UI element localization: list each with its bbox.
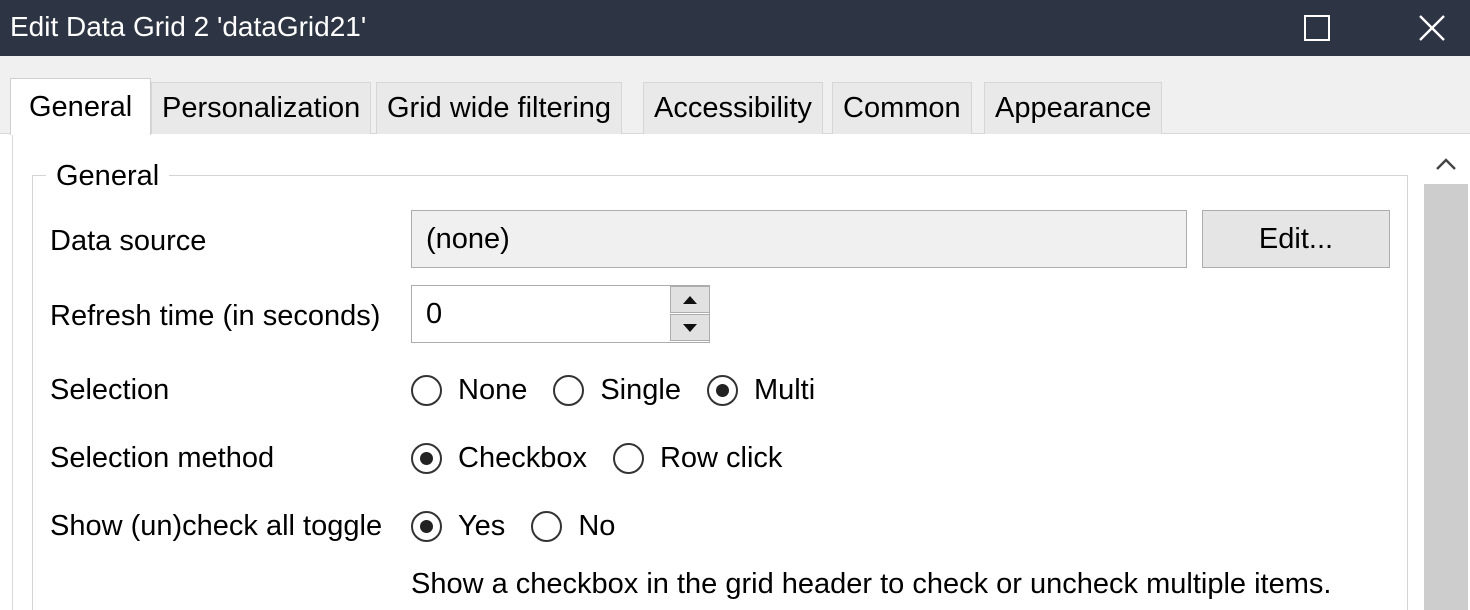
chevron-up-icon xyxy=(1436,158,1456,170)
radio-circle xyxy=(706,374,738,406)
refresh-time-input[interactable] xyxy=(412,286,668,342)
data-source-field[interactable]: (none) xyxy=(411,210,1187,268)
triangle-down-icon xyxy=(683,323,697,332)
radio-label: Row click xyxy=(659,442,783,474)
title-bar: Edit Data Grid 2 'dataGrid21' xyxy=(0,0,1470,56)
tab-general[interactable]: General xyxy=(10,78,152,135)
check-all-help-text: Show a checkbox in the grid header to ch… xyxy=(411,568,1332,600)
increment-button[interactable] xyxy=(670,286,710,313)
selection-label: Selection xyxy=(50,374,170,406)
decrement-button[interactable] xyxy=(670,314,710,341)
data-source-label: Data source xyxy=(50,225,207,257)
radio-circle xyxy=(411,510,442,542)
radio-label: None xyxy=(458,374,528,406)
selection-method-checkbox-radio[interactable]: Checkbox xyxy=(411,441,587,475)
radio-circle xyxy=(411,374,442,406)
tab-common[interactable]: Common xyxy=(832,82,972,134)
group-legend: General xyxy=(46,160,170,192)
radio-circle xyxy=(531,510,563,542)
scroll-thumb[interactable] xyxy=(1424,184,1468,610)
radio-circle xyxy=(612,442,644,474)
radio-circle xyxy=(553,374,585,406)
selection-radio-group: None Single Multi xyxy=(411,370,841,410)
edit-data-source-button[interactable]: Edit... xyxy=(1202,210,1390,268)
show-check-all-no-radio[interactable]: No xyxy=(531,509,615,543)
show-check-all-radio-group: Yes No xyxy=(411,506,641,546)
maximize-button[interactable] xyxy=(1287,0,1347,56)
tab-personalization[interactable]: Personalization xyxy=(151,82,372,134)
tab-appearance[interactable]: Appearance xyxy=(984,82,1163,134)
refresh-time-stepper xyxy=(411,285,710,343)
window-title: Edit Data Grid 2 'dataGrid21' xyxy=(10,11,367,42)
refresh-time-label: Refresh time (in seconds) xyxy=(50,300,381,332)
radio-label: Multi xyxy=(753,374,816,406)
selection-method-row-click-radio[interactable]: Row click xyxy=(612,441,783,475)
selection-single-radio[interactable]: Single xyxy=(553,373,681,407)
tab-accessibility[interactable]: Accessibility xyxy=(643,82,823,134)
tab-grid-wide-filtering[interactable]: Grid wide filtering xyxy=(376,82,623,134)
radio-label: No xyxy=(578,510,616,542)
radio-circle xyxy=(411,442,442,474)
radio-label: Yes xyxy=(458,510,506,542)
maximize-icon xyxy=(1304,15,1330,41)
close-button[interactable] xyxy=(1402,0,1462,56)
triangle-up-icon xyxy=(683,295,697,304)
radio-label: Single xyxy=(600,374,681,406)
radio-label: Checkbox xyxy=(458,442,587,474)
show-check-all-yes-radio[interactable]: Yes xyxy=(411,509,505,543)
selection-none-radio[interactable]: None xyxy=(411,373,527,407)
close-icon xyxy=(1419,15,1445,41)
vertical-scrollbar[interactable] xyxy=(1422,134,1470,610)
selection-multi-radio[interactable]: Multi xyxy=(706,373,816,407)
show-check-all-label: Show (un)check all toggle xyxy=(50,510,383,542)
selection-method-radio-group: Checkbox Row click xyxy=(411,438,808,478)
selection-method-label: Selection method xyxy=(50,442,275,474)
scroll-up-button[interactable] xyxy=(1422,144,1470,184)
tab-strip: General Personalization Grid wide filter… xyxy=(0,56,1470,135)
